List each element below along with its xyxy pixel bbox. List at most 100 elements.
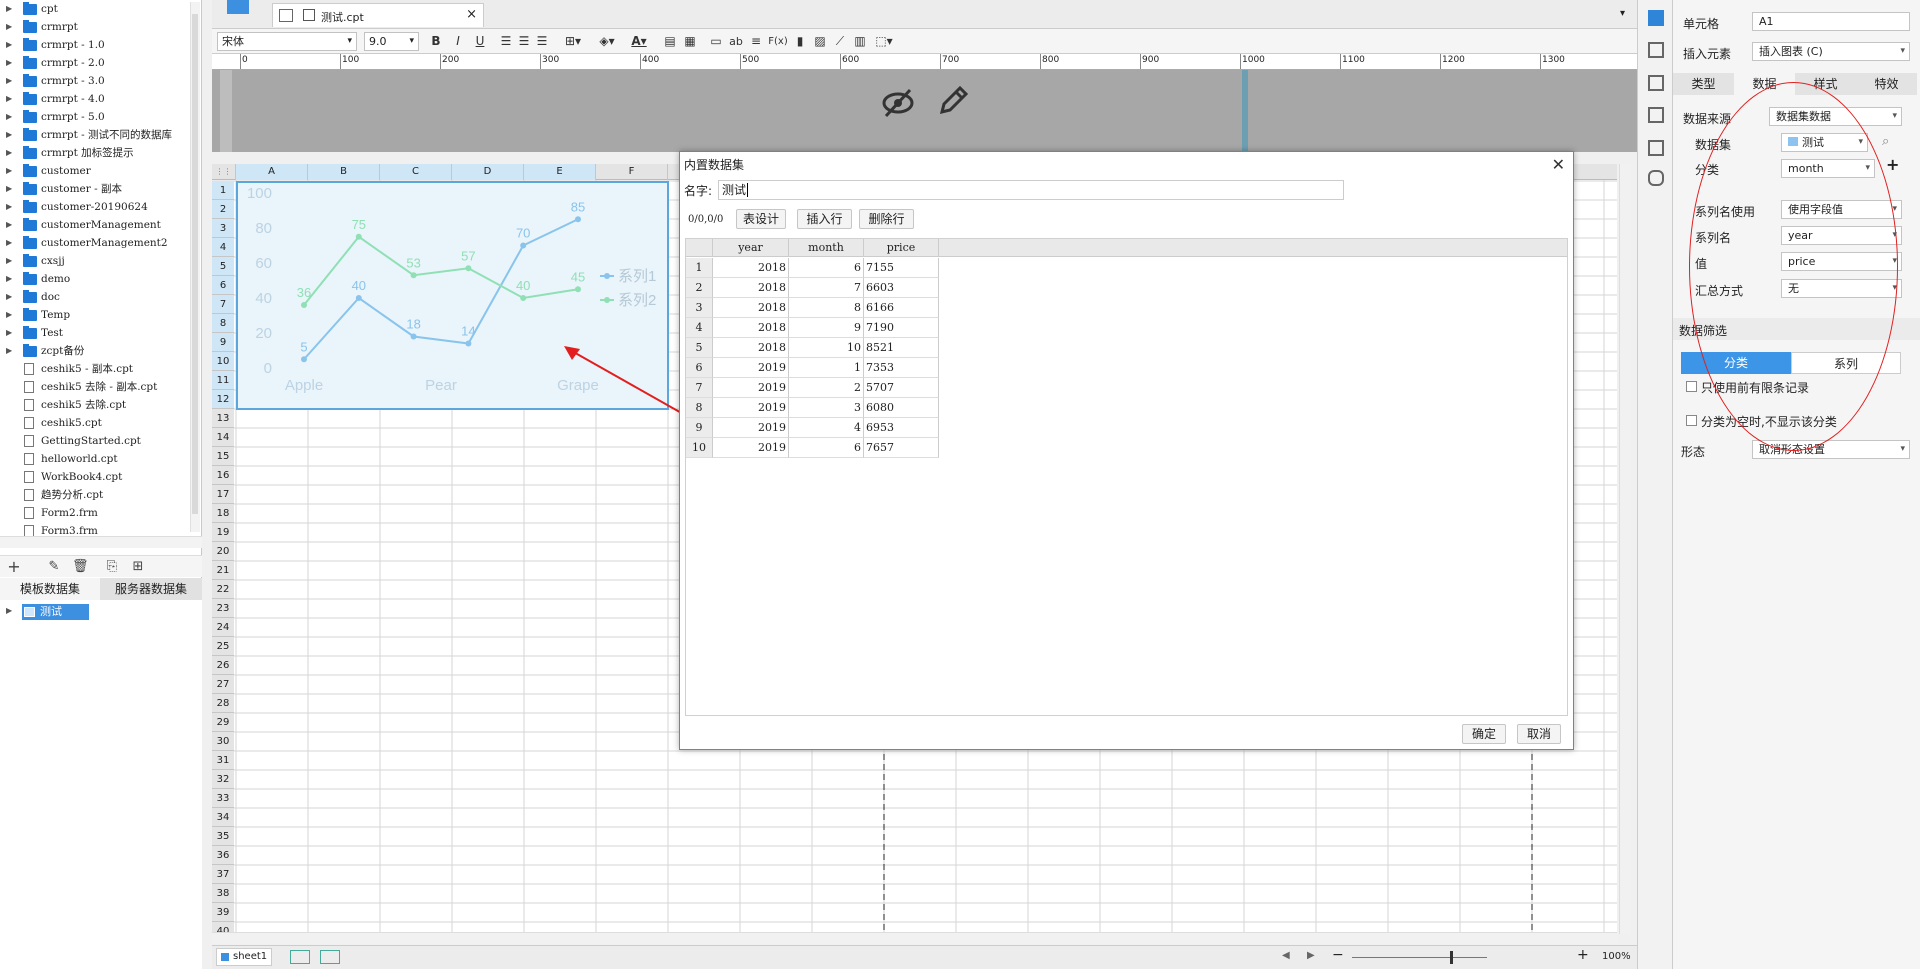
- row-header[interactable]: 16: [212, 466, 234, 485]
- table-cell[interactable]: 6603: [864, 278, 939, 298]
- expand-arrow-icon[interactable]: ▶: [6, 342, 14, 360]
- row-header[interactable]: 12: [212, 390, 234, 409]
- font-select[interactable]: 宋体 ▾: [217, 32, 357, 51]
- expand-arrow-icon[interactable]: ▶: [6, 216, 14, 234]
- expand-arrow-icon[interactable]: ▶: [6, 198, 14, 216]
- row-header[interactable]: 23: [212, 599, 234, 618]
- underline-button[interactable]: U: [472, 33, 488, 50]
- row-header[interactable]: 15: [212, 447, 234, 466]
- add-sheet-icon[interactable]: [290, 950, 310, 964]
- column-header-cell[interactable]: F: [596, 164, 668, 180]
- table-cell[interactable]: 2018: [713, 298, 789, 318]
- tree-folder[interactable]: ▶ cpt: [0, 0, 188, 18]
- cell-property-icon[interactable]: [1648, 10, 1664, 26]
- float-property-icon[interactable]: [1648, 75, 1664, 91]
- grid-vscrollbar[interactable]: [1619, 164, 1631, 934]
- tree-file[interactable]: ceshik5.cpt: [0, 414, 188, 432]
- expand-arrow-icon[interactable]: ▶: [6, 324, 14, 342]
- table-row[interactable]: 9 2019 4 6953: [686, 418, 942, 438]
- scroll-right-icon[interactable]: ▶: [1307, 950, 1315, 961]
- tree-folder[interactable]: ▶ Test: [0, 324, 188, 342]
- table-cell[interactable]: 2018: [713, 258, 789, 278]
- table-cell[interactable]: 2019: [713, 418, 789, 438]
- tree-hscrollbar[interactable]: [0, 536, 202, 548]
- table-cell[interactable]: 2018: [713, 338, 789, 358]
- ok-button[interactable]: 确定: [1462, 724, 1506, 744]
- table-cell[interactable]: 8: [789, 298, 864, 318]
- select-all-icon[interactable]: ⋮⋮: [212, 164, 236, 180]
- add-dataset-icon[interactable]: +: [6, 559, 22, 575]
- expand-arrow-icon[interactable]: ▶: [6, 18, 14, 36]
- tree-folder[interactable]: ▶ crmrpt - 1.0: [0, 36, 188, 54]
- table-design-button[interactable]: 表设计: [736, 209, 786, 229]
- font-size-select[interactable]: 9.0 ▾: [364, 32, 419, 51]
- table-row[interactable]: 3 2018 8 6166: [686, 298, 942, 318]
- table-cell[interactable]: 2019: [713, 438, 789, 458]
- text-icon[interactable]: ab: [728, 33, 744, 50]
- column-header-cell[interactable]: B: [308, 164, 380, 180]
- row-header[interactable]: 34: [212, 808, 234, 827]
- delete-icon[interactable]: 🗑: [72, 559, 89, 575]
- table-cell[interactable]: 2018: [713, 318, 789, 338]
- row-header[interactable]: 32: [212, 770, 234, 789]
- row-header[interactable]: 22: [212, 580, 234, 599]
- tree-folder[interactable]: ▶ customer-20190624: [0, 198, 188, 216]
- row-header[interactable]: 38: [212, 884, 234, 903]
- zoom-in-icon[interactable]: +: [1577, 947, 1589, 963]
- chart-icon[interactable]: ▮: [792, 33, 808, 50]
- table-cell[interactable]: 1: [789, 358, 864, 378]
- row-header[interactable]: 19: [212, 523, 234, 542]
- wrap-icon[interactable]: ≡: [748, 33, 764, 50]
- insert-row-icon[interactable]: ▭: [708, 33, 724, 50]
- tree-folder[interactable]: ▶ crmrpt: [0, 18, 188, 36]
- tree-folder[interactable]: ▶ customerManagement2: [0, 234, 188, 252]
- row-header[interactable]: 3: [212, 219, 234, 238]
- limit-records-checkbox[interactable]: [1686, 381, 1697, 392]
- border-icon[interactable]: ⊞▾: [560, 33, 586, 50]
- table-cell[interactable]: 7155: [864, 258, 939, 278]
- table-icon[interactable]: ▦: [682, 33, 698, 50]
- row-header[interactable]: 27: [212, 675, 234, 694]
- tree-file[interactable]: WorkBook4.cpt: [0, 468, 188, 486]
- image-icon[interactable]: ▨: [812, 33, 828, 50]
- tree-file[interactable]: ceshik5 去除 - 副本.cpt: [0, 378, 188, 396]
- table-row[interactable]: 8 2019 3 6080: [686, 398, 942, 418]
- tree-folder[interactable]: ▶ cxsjj: [0, 252, 188, 270]
- align-right-icon[interactable]: ☰: [534, 33, 550, 50]
- row-header[interactable]: 20: [212, 542, 234, 561]
- column-header-cell[interactable]: E: [524, 164, 596, 180]
- table-cell[interactable]: 5707: [864, 378, 939, 398]
- table-cell[interactable]: 3: [789, 398, 864, 418]
- float-element-icon[interactable]: ⬚▾: [872, 33, 896, 50]
- expand-arrow-icon[interactable]: ▶: [6, 288, 14, 306]
- hyperlink-icon[interactable]: [1648, 170, 1664, 186]
- header-year[interactable]: year: [713, 239, 789, 257]
- row-header[interactable]: 28: [212, 694, 234, 713]
- param-icon[interactable]: ⊞: [130, 559, 146, 575]
- tree-folder[interactable]: ▶ customer: [0, 162, 188, 180]
- row-header[interactable]: 18: [212, 504, 234, 523]
- tab-template-dataset[interactable]: 模板数据集: [0, 578, 100, 600]
- table-cell[interactable]: 8521: [864, 338, 939, 358]
- close-tab-icon[interactable]: ×: [466, 7, 477, 22]
- cell-element-icon[interactable]: [1648, 42, 1664, 58]
- row-header[interactable]: 25: [212, 637, 234, 656]
- add-category-icon[interactable]: +: [1886, 155, 1899, 174]
- cancel-button[interactable]: 取消: [1517, 724, 1561, 744]
- row-header[interactable]: 2: [212, 200, 234, 219]
- row-header[interactable]: 36: [212, 846, 234, 865]
- edit-pencil-icon[interactable]: [934, 84, 970, 120]
- tree-file[interactable]: Form2.frm: [0, 504, 188, 522]
- table-cell[interactable]: 2019: [713, 358, 789, 378]
- tree-folder[interactable]: ▶ crmrpt 加标签提示: [0, 144, 188, 162]
- font-color-icon[interactable]: A▾: [626, 33, 652, 50]
- row-header[interactable]: 7: [212, 295, 234, 314]
- row-header[interactable]: 31: [212, 751, 234, 770]
- expand-arrow-icon[interactable]: ▶: [6, 144, 14, 162]
- row-header[interactable]: 30: [212, 732, 234, 751]
- expand-arrow-icon[interactable]: ▶: [6, 270, 14, 288]
- tree-folder[interactable]: ▶ doc: [0, 288, 188, 306]
- table-cell[interactable]: 10: [789, 338, 864, 358]
- align-center-icon[interactable]: ☰: [516, 33, 532, 50]
- column-header-cell[interactable]: C: [380, 164, 452, 180]
